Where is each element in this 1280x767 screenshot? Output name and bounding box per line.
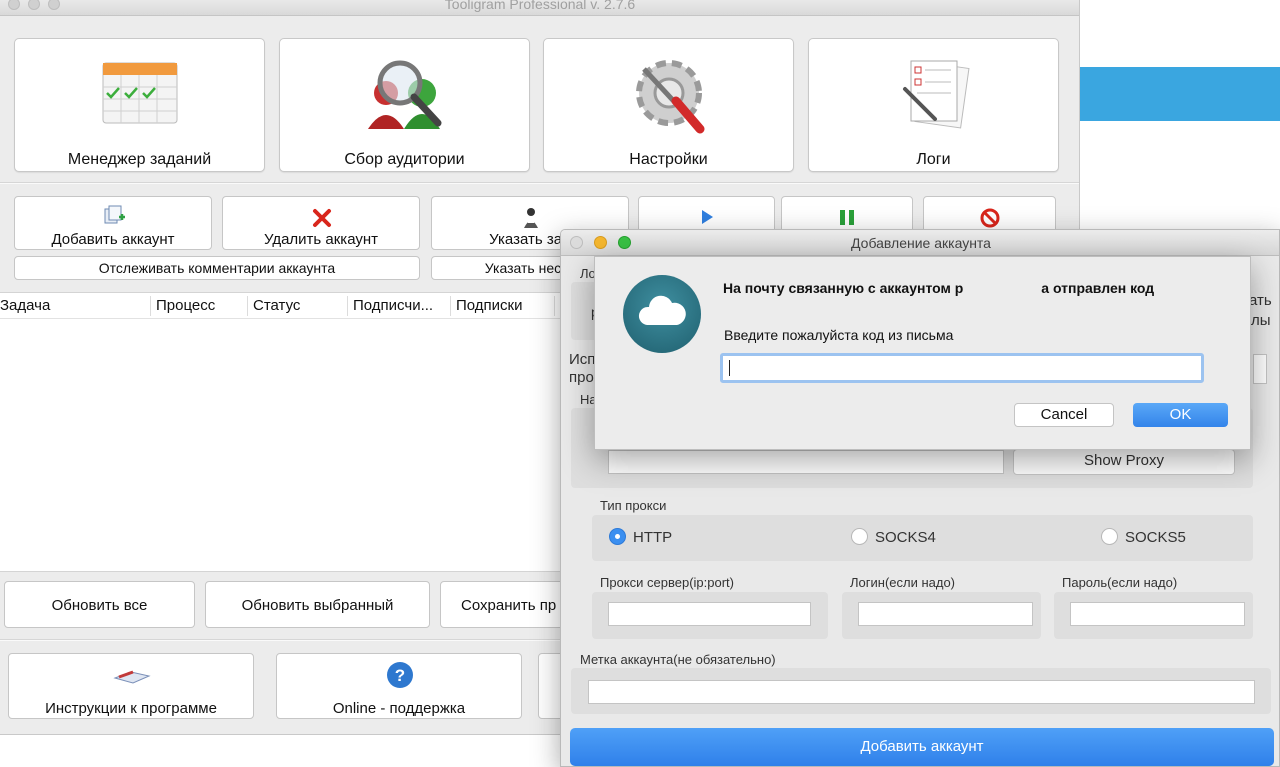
- stop-icon: [980, 208, 1000, 228]
- online-support-button[interactable]: ? Online - поддержка: [276, 653, 522, 719]
- proxy-login-field[interactable]: [858, 602, 1033, 626]
- logo-text: TIG: [648, 310, 676, 327]
- radio-socks4[interactable]: SOCKS4: [851, 528, 936, 546]
- dialog-prompt: Введите пожалуйста код из письма: [724, 327, 954, 343]
- email-code-dialog: TIG На почту связанную с аккаунтом р а от…: [594, 256, 1251, 450]
- email-code-input[interactable]: [720, 353, 1204, 383]
- proxy-password-label: Пароль(если надо): [1062, 575, 1178, 590]
- use-proxy-label: про: [569, 369, 594, 386]
- user-task-icon: [524, 208, 538, 228]
- audience-button[interactable]: Сбор аудитории: [279, 38, 530, 172]
- right-cut-label: ать: [1249, 292, 1272, 309]
- online-support-label: Online - поддержка: [332, 700, 466, 717]
- radio-socks5[interactable]: SOCKS5: [1101, 528, 1186, 546]
- delete-icon: [313, 209, 331, 227]
- pause-icon: [840, 210, 854, 225]
- radio-dot[interactable]: [1101, 528, 1118, 545]
- radio-socks4-label: SOCKS4: [875, 529, 936, 546]
- delete-account-label: Удалить аккаунт: [263, 231, 379, 248]
- instructions-label: Инструкции к программе: [45, 700, 217, 717]
- add-account-icon: [104, 205, 125, 224]
- window-title: Tooligram Professional v. 2.7.6: [444, 0, 636, 12]
- account-tag-label: Метка аккаунта(не обязательно): [580, 652, 776, 667]
- separator: [0, 182, 1079, 184]
- column-divider[interactable]: [247, 296, 248, 316]
- column-header-status[interactable]: Статус: [253, 297, 300, 314]
- right-field[interactable]: [1253, 354, 1267, 384]
- add-account-titlebar: Добавление аккаунта: [561, 230, 1279, 256]
- dialog-message-part2: а отправлен код: [1041, 280, 1155, 296]
- add-account-button[interactable]: Добавить аккаунт: [14, 196, 212, 250]
- cancel-button[interactable]: Cancel: [1014, 403, 1114, 427]
- column-header-task[interactable]: Задача: [0, 297, 50, 314]
- redaction: [963, 279, 1042, 293]
- log-sheets-icon: [902, 60, 970, 129]
- column-header-following[interactable]: Подписки: [456, 297, 523, 314]
- column-header-process[interactable]: Процесс: [156, 297, 215, 314]
- settings-button[interactable]: Настройки: [543, 38, 794, 172]
- column-divider[interactable]: [347, 296, 348, 316]
- refresh-selected-button[interactable]: Обновить выбранный: [205, 581, 430, 628]
- main-titlebar: Tooligram Professional v. 2.7.6: [0, 0, 1079, 16]
- task-manager-button[interactable]: Менеджер заданий: [14, 38, 265, 172]
- radio-socks5-label: SOCKS5: [1125, 529, 1186, 546]
- column-divider[interactable]: [554, 296, 555, 316]
- gear-tools-icon: [635, 60, 704, 134]
- instructions-button[interactable]: Инструкции к программе: [8, 653, 254, 719]
- right-cut-label: лы: [1251, 312, 1271, 329]
- dialog-message-part1: На почту связанную с аккаунтом р: [723, 280, 964, 296]
- account-tag-field[interactable]: [588, 680, 1255, 704]
- radio-http-label: HTTP: [633, 529, 673, 546]
- magnifier-users-icon: [367, 60, 441, 129]
- add-account-label: Добавить аккаунт: [51, 231, 175, 248]
- book-icon: [113, 670, 151, 684]
- add-account-submit-button[interactable]: Добавить аккаунт: [570, 728, 1274, 766]
- column-divider[interactable]: [150, 296, 151, 316]
- proxy-password-field[interactable]: [1070, 602, 1245, 626]
- proxy-server-field[interactable]: [608, 602, 811, 626]
- column-divider[interactable]: [450, 296, 451, 316]
- add-account-title: Добавление аккаунта: [851, 235, 991, 251]
- logs-button[interactable]: Логи: [808, 38, 1059, 172]
- proxy-server-label: Прокси сервер(ip:port): [600, 575, 734, 590]
- text-caret: [729, 360, 730, 376]
- refresh-all-button[interactable]: Обновить все: [4, 581, 195, 628]
- track-comments-button[interactable]: Отслеживать комментарии аккаунта: [14, 256, 420, 280]
- task-manager-label: Менеджер заданий: [67, 151, 212, 168]
- logs-label: Логи: [916, 151, 951, 168]
- radio-dot[interactable]: [609, 528, 626, 545]
- proxy-login-label: Логин(если надо): [850, 575, 956, 590]
- radio-http[interactable]: HTTP: [609, 528, 673, 546]
- use-proxy-label: Исп: [569, 351, 596, 368]
- app-logo: TIG: [623, 275, 701, 353]
- delete-account-button[interactable]: Удалить аккаунт: [222, 196, 420, 250]
- show-proxy-button[interactable]: Show Proxy: [1013, 449, 1235, 475]
- proxy-list-field[interactable]: [608, 450, 1004, 474]
- ok-button[interactable]: OK: [1133, 403, 1228, 427]
- settings-label: Настройки: [629, 151, 708, 168]
- column-header-followers[interactable]: Подписчи...: [353, 297, 433, 314]
- radio-dot[interactable]: [851, 528, 868, 545]
- audience-label: Сбор аудитории: [344, 151, 465, 168]
- svg-text:?: ?: [395, 666, 405, 685]
- background-banner: [1080, 67, 1280, 121]
- dialog-message: На почту связанную с аккаунтом р а отправ…: [723, 279, 1154, 296]
- help-icon: ?: [387, 662, 413, 688]
- calendar-icon: [102, 62, 177, 124]
- play-icon: [702, 210, 713, 224]
- proxy-type-label: Тип прокси: [600, 498, 667, 513]
